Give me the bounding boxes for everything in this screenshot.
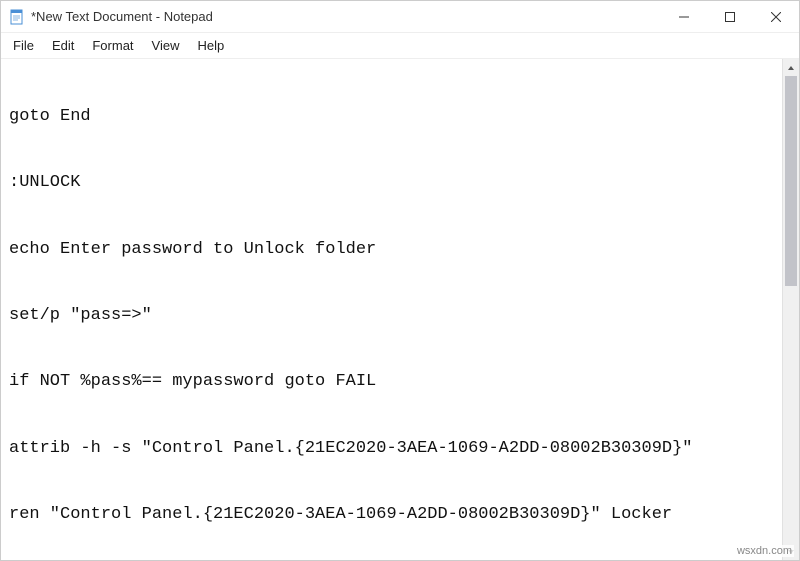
notepad-window: *New Text Document - Notepad File Edit F… xyxy=(0,0,800,561)
vertical-scrollbar[interactable] xyxy=(782,59,799,560)
close-button[interactable] xyxy=(753,1,799,32)
menu-help[interactable]: Help xyxy=(189,35,232,56)
menubar: File Edit Format View Help xyxy=(1,33,799,59)
titlebar[interactable]: *New Text Document - Notepad xyxy=(1,1,799,33)
scroll-track[interactable] xyxy=(783,76,799,543)
scroll-up-arrow-icon[interactable] xyxy=(783,59,799,76)
minimize-button[interactable] xyxy=(661,1,707,32)
text-editor[interactable]: goto End :UNLOCK echo Enter password to … xyxy=(1,59,782,560)
notepad-icon xyxy=(9,9,25,25)
window-controls xyxy=(661,1,799,32)
menu-edit[interactable]: Edit xyxy=(44,35,82,56)
maximize-button[interactable] xyxy=(707,1,753,32)
scroll-thumb[interactable] xyxy=(785,76,797,286)
menu-file[interactable]: File xyxy=(5,35,42,56)
menu-format[interactable]: Format xyxy=(84,35,141,56)
watermark: wsxdn.com xyxy=(735,545,794,557)
menu-view[interactable]: View xyxy=(144,35,188,56)
window-title: *New Text Document - Notepad xyxy=(31,9,213,24)
content-area: goto End :UNLOCK echo Enter password to … xyxy=(1,59,799,560)
